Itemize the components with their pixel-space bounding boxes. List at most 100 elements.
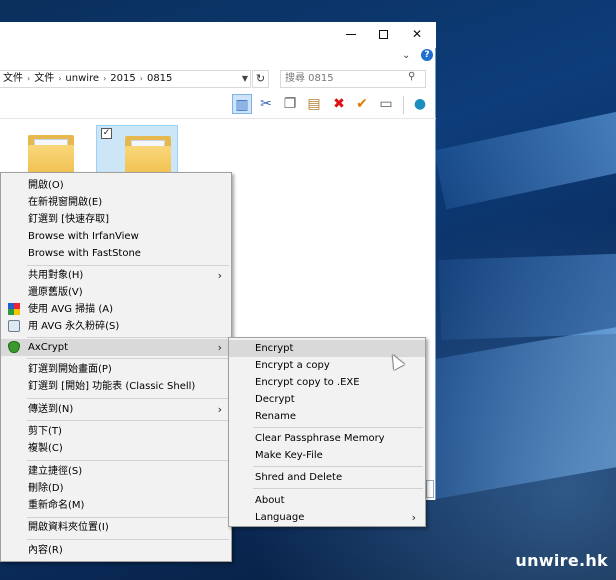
menu-item-label: 釘選到開始畫面(P) <box>28 364 112 375</box>
help-icon[interactable]: ? <box>421 49 433 61</box>
address-dropdown-icon[interactable]: ▼ <box>238 70 252 88</box>
menu-item-share-with[interactable]: 共用對象(H) › <box>1 267 231 284</box>
menu-item-label: Browse with IrfanView <box>28 231 139 242</box>
search-icon[interactable]: ⚲ <box>408 71 415 82</box>
menu-separator <box>27 420 229 421</box>
check-icon[interactable]: ✔ <box>352 94 372 114</box>
folder-front <box>28 145 74 175</box>
menu-item-label: 刪除(D) <box>28 483 64 494</box>
menu-item-open-folder-location[interactable]: 開啟資料夾位置(I) <box>1 519 231 536</box>
menu-item-pin-quick-access[interactable]: 釘選到 [快速存取] <box>1 211 231 228</box>
breadcrumb-segment[interactable]: 文件 <box>0 71 26 87</box>
menu-separator <box>253 427 423 428</box>
menu-item-irfanview[interactable]: Browse with IrfanView <box>1 228 231 245</box>
paste-icon[interactable]: ▤ <box>304 94 324 114</box>
menu-item-open-new-window[interactable]: 在新視窗開啟(E) <box>1 194 231 211</box>
menu-item-label: 在新視窗開啟(E) <box>28 197 103 208</box>
menu-separator <box>27 398 229 399</box>
menu-item-label: Browse with FastStone <box>28 248 141 259</box>
submenu-item-shred-delete[interactable]: Shred and Delete <box>229 469 425 486</box>
menu-item-label: Rename <box>255 411 297 422</box>
menu-item-restore-versions[interactable]: 還原舊版(V) <box>1 284 231 301</box>
wallpaper-beam <box>438 252 616 340</box>
refresh-button[interactable]: ↻ <box>252 70 269 88</box>
menu-item-label: 使用 AVG 掃描 (A) <box>28 304 113 315</box>
submenu-item-clear-passphrase[interactable]: Clear Passphrase Memory <box>229 430 425 447</box>
menu-item-label: 還原舊版(V) <box>28 287 83 298</box>
menu-item-label: Decrypt <box>255 394 295 405</box>
breadcrumb-segment[interactable]: 文件 <box>31 71 57 87</box>
breadcrumb-segment[interactable]: unwire <box>62 71 102 87</box>
menu-item-cut[interactable]: 剪下(T) <box>1 423 231 440</box>
menu-separator <box>27 460 229 461</box>
menu-item-label: 共用對象(H) <box>28 270 84 281</box>
menu-item-pin-start[interactable]: 釘選到開始畫面(P) <box>1 361 231 378</box>
copy-icon[interactable]: ❐ <box>280 94 300 114</box>
menu-item-open[interactable]: 開啟(O) <box>1 177 231 194</box>
menu-separator <box>27 337 229 338</box>
search-input[interactable]: 搜尋 0815 <box>280 70 426 88</box>
submenu-item-language[interactable]: Language › <box>229 509 425 526</box>
maximize-icon <box>378 30 388 39</box>
menu-item-properties[interactable]: 內容(R) <box>1 542 231 559</box>
delete-icon[interactable]: ✖ <box>329 94 349 114</box>
menu-item-send-to[interactable]: 傳送到(N) › <box>1 401 231 418</box>
menu-item-axcrypt[interactable]: AxCrypt › <box>1 339 231 356</box>
chevron-right-icon: › <box>217 269 222 282</box>
wallpaper-beam <box>430 324 616 500</box>
menu-item-label: 重新命名(M) <box>28 500 85 511</box>
submenu-item-make-key-file[interactable]: Make Key-File <box>229 447 425 464</box>
submenu-item-about[interactable]: About <box>229 492 425 509</box>
submenu-item-rename[interactable]: Rename <box>229 408 425 425</box>
menu-item-copy[interactable]: 複製(C) <box>1 440 231 457</box>
watermark: unwire.hk <box>515 551 608 570</box>
layout-icon[interactable]: ▥ <box>232 94 252 114</box>
menu-item-label: AxCrypt <box>28 342 69 353</box>
cut-icon[interactable]: ✂ <box>256 94 276 114</box>
menu-item-label: 複製(C) <box>28 443 63 454</box>
avg-shred-icon <box>8 320 20 332</box>
avg-scan-icon <box>8 303 20 315</box>
breadcrumb-segment[interactable]: 0815 <box>144 71 175 87</box>
menu-separator <box>253 466 423 467</box>
menu-item-label: 傳送到(N) <box>28 404 74 415</box>
globe-icon[interactable]: ● <box>410 94 430 114</box>
menu-item-faststone[interactable]: Browse with FastStone <box>1 245 231 262</box>
menu-item-label: 開啟(O) <box>28 180 64 191</box>
menu-item-label: Encrypt copy to .EXE <box>255 377 360 388</box>
chevron-right-icon: › <box>411 511 416 524</box>
menu-separator <box>27 517 229 518</box>
menu-item-pin-classic-shell[interactable]: 釘選到 [開始] 功能表 (Classic Shell) <box>1 378 231 395</box>
menu-item-label: Encrypt a copy <box>255 360 330 371</box>
menu-item-rename[interactable]: 重新命名(M) <box>1 497 231 514</box>
breadcrumb-segment[interactable]: 2015 <box>107 71 138 87</box>
menu-item-label: 內容(R) <box>28 545 63 556</box>
menu-item-label: 釘選到 [快速存取] <box>28 214 109 225</box>
menu-item-create-shortcut[interactable]: 建立捷徑(S) <box>1 463 231 480</box>
menu-item-avg-shred[interactable]: 用 AVG 永久粉碎(S) <box>1 318 231 335</box>
minimize-button[interactable] <box>334 22 368 46</box>
context-menu: 開啟(O) 在新視窗開啟(E) 釘選到 [快速存取] Browse with I… <box>0 172 232 562</box>
maximize-button[interactable] <box>366 22 400 46</box>
menu-item-delete[interactable]: 刪除(D) <box>1 480 231 497</box>
view-toggle[interactable] <box>426 480 434 498</box>
menu-item-label: Language <box>255 512 305 523</box>
menu-item-label: Make Key-File <box>255 450 323 461</box>
menu-item-label: Encrypt <box>255 343 294 354</box>
address-bar[interactable]: 文件 › 文件 › unwire › 2015 › 0815 <box>0 70 251 88</box>
rename-icon[interactable]: ▭ <box>376 94 396 114</box>
submenu-item-encrypt-copy-exe[interactable]: Encrypt copy to .EXE <box>229 374 425 391</box>
close-button[interactable]: ✕ <box>400 22 434 46</box>
submenu-item-decrypt[interactable]: Decrypt <box>229 391 425 408</box>
close-icon: ✕ <box>411 27 423 41</box>
menu-separator <box>27 265 229 266</box>
chevron-right-icon: › <box>217 403 222 416</box>
selection-checkbox[interactable]: ✓ <box>101 128 112 139</box>
toolbar: ▥ ✂ ❐ ▤ ✖ ✔ ▭ ● <box>228 92 434 118</box>
menu-separator <box>27 539 229 540</box>
expand-ribbon-button[interactable]: ⌄ <box>402 50 410 61</box>
menu-item-label: 釘選到 [開始] 功能表 (Classic Shell) <box>28 381 196 392</box>
menu-item-label: Clear Passphrase Memory <box>255 433 385 444</box>
menu-item-avg-scan[interactable]: 使用 AVG 掃描 (A) <box>1 301 231 318</box>
menu-separator <box>27 358 229 359</box>
